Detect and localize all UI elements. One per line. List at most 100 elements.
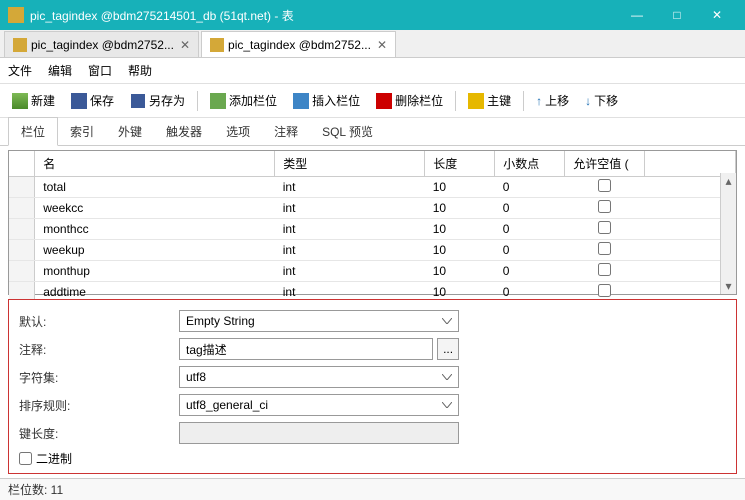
maximize-button[interactable]: □ <box>657 0 697 30</box>
scroll-up-icon[interactable]: ▴ <box>721 173 736 189</box>
col-allownull[interactable]: 允许空值 ( <box>565 151 645 177</box>
allownull-checkbox[interactable] <box>598 200 611 213</box>
table-row[interactable]: totalint100 <box>9 177 736 198</box>
content: 名 类型 长度 小数点 允许空值 ( totalint100weekccint1… <box>0 146 745 299</box>
table-row[interactable]: weekupint100 <box>9 240 736 261</box>
collation-select[interactable]: utf8_general_ci <box>179 394 459 416</box>
col-length[interactable]: 长度 <box>425 151 495 177</box>
cell-name[interactable]: addtime <box>35 282 275 300</box>
pkey-button[interactable]: 主键 <box>462 89 517 112</box>
cell-name[interactable]: total <box>35 177 275 198</box>
tab-indexes[interactable]: 索引 <box>58 118 106 145</box>
cell-decimals[interactable]: 0 <box>495 240 565 261</box>
cell-length[interactable]: 10 <box>425 198 495 219</box>
col-decimals[interactable]: 小数点 <box>495 151 565 177</box>
cell-name[interactable]: monthup <box>35 261 275 282</box>
row-marker <box>9 240 35 261</box>
down-icon: ↓ <box>585 94 591 108</box>
tab-fks[interactable]: 外键 <box>106 118 154 145</box>
minimize-button[interactable]: — <box>617 0 657 30</box>
movedown-button[interactable]: ↓下移 <box>579 89 624 112</box>
new-button[interactable]: 新建 <box>6 89 61 112</box>
tab-sqlpreview[interactable]: SQL 预览 <box>310 118 385 145</box>
cell-name[interactable]: monthcc <box>35 219 275 240</box>
addcol-icon <box>210 93 226 109</box>
tab-label: pic_tagindex @bdm2752... <box>31 38 174 52</box>
cell-name[interactable]: weekup <box>35 240 275 261</box>
allownull-checkbox[interactable] <box>598 242 611 255</box>
tab-triggers[interactable]: 触发器 <box>154 118 214 145</box>
cell-allownull[interactable] <box>565 177 645 198</box>
tab-1[interactable]: pic_tagindex @bdm2752... ✕ <box>201 31 396 57</box>
cell-allownull[interactable] <box>565 198 645 219</box>
cell-decimals[interactable]: 0 <box>495 219 565 240</box>
comment-ellipsis-button[interactable]: ... <box>437 338 459 360</box>
save-icon <box>71 93 87 109</box>
menu-file[interactable]: 文件 <box>8 62 32 79</box>
cell-length[interactable]: 10 <box>425 219 495 240</box>
col-type[interactable]: 类型 <box>275 151 425 177</box>
charset-select[interactable]: utf8 <box>179 366 459 388</box>
tab-0[interactable]: pic_tagindex @bdm2752... ✕ <box>4 31 199 57</box>
cell-type[interactable]: int <box>275 177 425 198</box>
default-select[interactable]: Empty String <box>179 310 459 332</box>
addcol-button[interactable]: 添加栏位 <box>204 89 283 112</box>
cell-type[interactable]: int <box>275 261 425 282</box>
cell-type[interactable]: int <box>275 282 425 300</box>
tab-fields[interactable]: 栏位 <box>8 117 58 146</box>
close-icon[interactable]: ✕ <box>180 38 190 52</box>
header-row: 名 类型 长度 小数点 允许空值 ( <box>9 151 736 177</box>
col-name[interactable]: 名 <box>35 151 275 177</box>
cell-length[interactable]: 10 <box>425 240 495 261</box>
allownull-checkbox[interactable] <box>598 221 611 234</box>
cell-type[interactable]: int <box>275 240 425 261</box>
new-icon <box>12 93 28 109</box>
vertical-scrollbar[interactable]: ▴ ▾ <box>720 173 736 294</box>
cell-allownull[interactable] <box>565 282 645 300</box>
comment-label: 注释: <box>19 341 179 358</box>
cell-allownull[interactable] <box>565 240 645 261</box>
cell-length[interactable]: 10 <box>425 282 495 300</box>
fields-table-area: 名 类型 长度 小数点 允许空值 ( totalint100weekccint1… <box>8 150 737 295</box>
save-button[interactable]: 保存 <box>65 89 120 112</box>
allownull-checkbox[interactable] <box>598 179 611 192</box>
saveas-button[interactable]: 另存为 <box>124 89 191 112</box>
allownull-checkbox[interactable] <box>598 284 611 297</box>
cell-allownull[interactable] <box>565 261 645 282</box>
up-icon: ↑ <box>536 94 542 108</box>
comment-input[interactable] <box>179 338 433 360</box>
allownull-checkbox[interactable] <box>598 263 611 276</box>
scroll-down-icon[interactable]: ▾ <box>721 278 736 294</box>
cell-length[interactable]: 10 <box>425 177 495 198</box>
menu-edit[interactable]: 编辑 <box>48 62 72 79</box>
table-row[interactable]: weekccint100 <box>9 198 736 219</box>
cell-decimals[interactable]: 0 <box>495 198 565 219</box>
moveup-button[interactable]: ↑上移 <box>530 89 575 112</box>
cell-decimals[interactable]: 0 <box>495 177 565 198</box>
keylen-input[interactable] <box>179 422 459 444</box>
keylen-label: 键长度: <box>19 425 179 442</box>
close-icon[interactable]: ✕ <box>377 38 387 52</box>
tab-comment[interactable]: 注释 <box>262 118 310 145</box>
cell-type[interactable]: int <box>275 198 425 219</box>
close-button[interactable]: ✕ <box>697 0 737 30</box>
cell-decimals[interactable]: 0 <box>495 261 565 282</box>
cell-type[interactable]: int <box>275 219 425 240</box>
row-marker <box>9 198 35 219</box>
fields-grid[interactable]: 名 类型 长度 小数点 允许空值 ( totalint100weekccint1… <box>9 151 736 299</box>
cell-length[interactable]: 10 <box>425 261 495 282</box>
menu-help[interactable]: 帮助 <box>128 62 152 79</box>
cell-allownull[interactable] <box>565 219 645 240</box>
table-row[interactable]: addtimeint100 <box>9 282 736 300</box>
table-row[interactable]: monthupint100 <box>9 261 736 282</box>
inscol-button[interactable]: 插入栏位 <box>287 89 366 112</box>
table-row[interactable]: monthccint100 <box>9 219 736 240</box>
titlebar: pic_tagindex @bdm275214501_db (51qt.net)… <box>0 0 745 30</box>
tab-options[interactable]: 选项 <box>214 118 262 145</box>
menu-window[interactable]: 窗口 <box>88 62 112 79</box>
cell-decimals[interactable]: 0 <box>495 282 565 300</box>
delcol-button[interactable]: 删除栏位 <box>370 89 449 112</box>
cell-name[interactable]: weekcc <box>35 198 275 219</box>
row-marker <box>9 282 35 300</box>
binary-checkbox[interactable] <box>19 452 32 465</box>
